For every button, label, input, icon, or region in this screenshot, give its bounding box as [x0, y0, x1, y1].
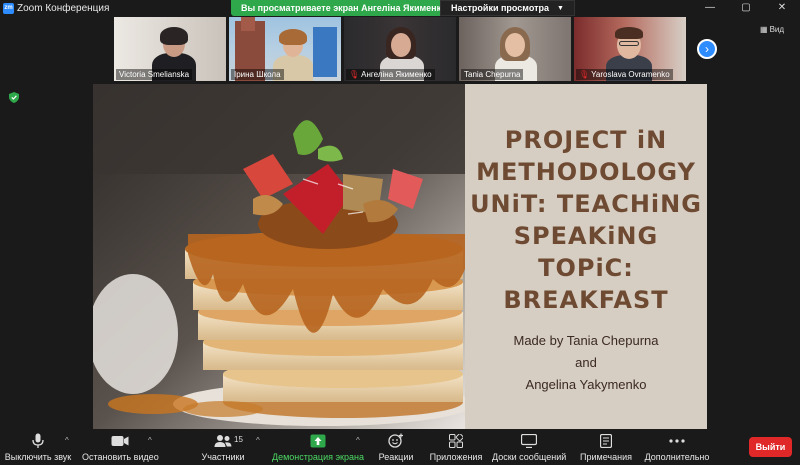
muted-mic-icon: 🎙: [579, 70, 590, 79]
more-button[interactable]: Дополнительно: [642, 432, 712, 462]
microphone-icon: [4, 432, 72, 450]
slide-authors: Made by Tania Chepurna and Angelina Yaky…: [513, 333, 659, 392]
apps-icon: [428, 432, 484, 450]
zoom-logo-icon: zm: [3, 2, 14, 14]
participants-options-chevron-icon[interactable]: ^: [256, 436, 260, 445]
participant-tile[interactable]: Victoria Smelianska: [114, 17, 226, 81]
share-banner-text: Вы просматриваете экран Ангеліна Якименк…: [241, 3, 447, 13]
participant-name: 🎙 Yaroslava Ovramenko: [576, 69, 673, 80]
participant-name: Tania Chepurna: [461, 69, 524, 80]
view-settings-button[interactable]: Настройки просмотра ▼: [440, 0, 575, 16]
video-options-chevron-icon[interactable]: ^: [148, 436, 152, 445]
smiley-plus-icon: [376, 432, 416, 450]
share-screen-button[interactable]: Демонстрация экрана: [272, 432, 364, 462]
view-button-label: Вид: [769, 25, 785, 34]
mute-button[interactable]: Выключить звук: [4, 432, 72, 462]
grid-view-icon: ▦: [760, 25, 768, 34]
participants-count: 15: [234, 435, 243, 444]
participant-strip: Victoria Smelianska Ірина Школа 🎙 Ангелін…: [114, 17, 686, 81]
leave-label: Выйти: [755, 442, 786, 452]
close-button[interactable]: ✕: [764, 0, 800, 16]
leave-meeting-button[interactable]: Выйти: [749, 437, 792, 457]
view-settings-label: Настройки просмотра: [451, 3, 550, 13]
participant-name: Victoria Smelianska: [116, 69, 193, 80]
video-camera-icon: [82, 432, 158, 450]
whiteboard-icon: [492, 432, 566, 450]
maximize-button[interactable]: ▢: [728, 0, 764, 16]
notes-button[interactable]: Примечания: [578, 432, 634, 462]
mute-options-chevron-icon[interactable]: ^: [65, 436, 69, 445]
screen-share-banner: Вы просматриваете экран Ангеліна Якименк…: [231, 0, 457, 16]
shared-screen-slide: PROJECT iN METHODOLOGY UNiT: TEACHiNG SP…: [93, 84, 707, 429]
participant-tile[interactable]: 🎙 Ангеліна Якименко: [344, 17, 456, 81]
share-options-chevron-icon[interactable]: ^: [356, 436, 360, 445]
participant-name: 🎙 Ангеліна Якименко: [346, 69, 435, 80]
reactions-button[interactable]: Реакции: [376, 432, 416, 462]
view-button[interactable]: ▦ Вид: [760, 25, 784, 34]
stop-video-button[interactable]: Остановить видео: [82, 432, 159, 462]
window-title: Zoom Конференция: [17, 2, 110, 14]
chevron-down-icon: ▼: [557, 4, 564, 12]
meeting-toolbar: Выключить звук ^ Остановить видео ^ Учас…: [0, 430, 800, 465]
participant-name: Ірина Школа: [231, 69, 284, 80]
pancake-stack-photo: [93, 84, 465, 429]
apps-button[interactable]: Приложения: [428, 432, 484, 462]
encryption-shield-icon[interactable]: [9, 92, 19, 103]
share-screen-icon: [272, 432, 364, 450]
muted-mic-icon: 🎙: [349, 70, 360, 79]
minimize-button[interactable]: —: [692, 0, 728, 16]
participant-tile[interactable]: Tania Chepurna: [459, 17, 571, 81]
window-controls: — ▢ ✕: [692, 0, 800, 16]
whiteboards-button[interactable]: Доски сообщений: [492, 432, 566, 462]
more-dots-icon: [642, 432, 712, 450]
notes-icon: [578, 432, 634, 450]
participant-tile[interactable]: 🎙 Yaroslava Ovramenko: [574, 17, 686, 81]
slide-title: PROJECT iN METHODOLOGY UNiT: TEACHiNG SP…: [470, 126, 702, 314]
next-page-arrow-icon[interactable]: ›: [697, 39, 717, 59]
participant-tile-active-speaker[interactable]: Ірина Школа: [229, 17, 341, 81]
